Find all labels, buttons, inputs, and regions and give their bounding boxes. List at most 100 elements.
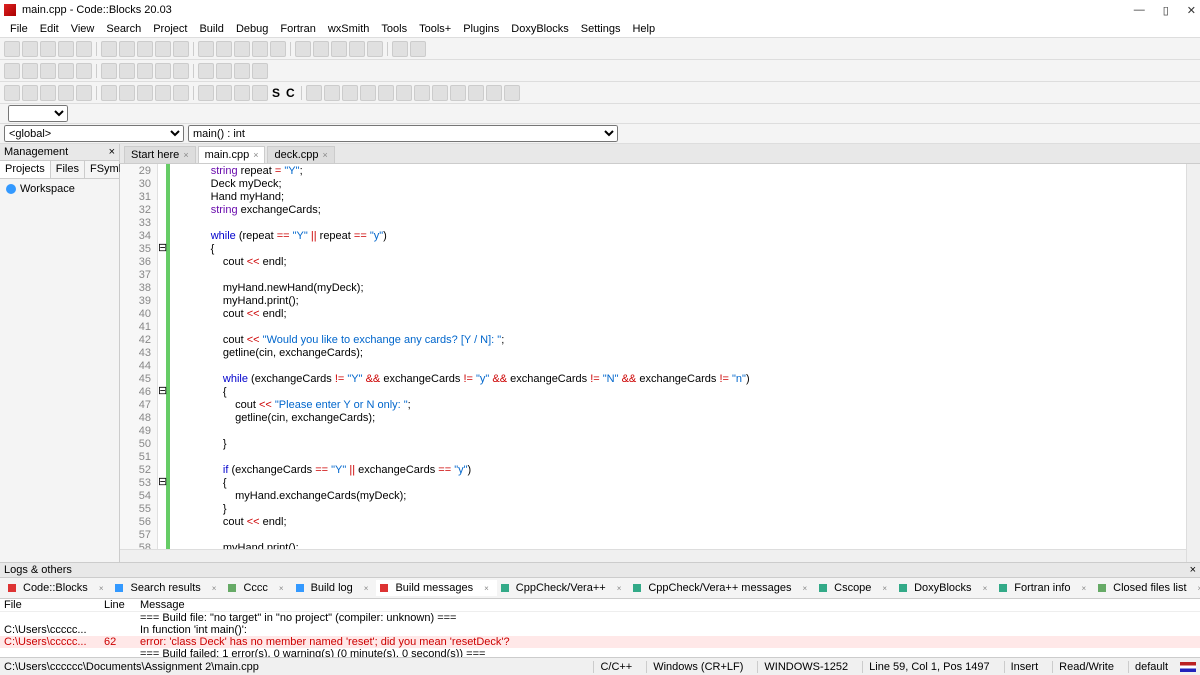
toolbar-button[interactable] (349, 41, 365, 57)
toolbar-button[interactable] (378, 85, 394, 101)
log-tab-close-icon[interactable]: × (613, 583, 626, 594)
toolbar-button[interactable] (295, 41, 311, 57)
toolbar-button[interactable] (40, 85, 56, 101)
log-tab-close-icon[interactable]: × (208, 583, 221, 594)
menu-tools[interactable]: Tools (375, 23, 413, 35)
toolbar-button[interactable] (137, 41, 153, 57)
minimize-button[interactable]: — (1134, 4, 1145, 17)
toolbar-button[interactable] (76, 85, 92, 101)
toolbar-button[interactable] (306, 85, 322, 101)
log-tab-close-icon[interactable]: × (979, 583, 992, 594)
tab-close-icon[interactable]: × (323, 150, 328, 160)
menu-file[interactable]: File (4, 23, 34, 35)
toolbar-button[interactable] (331, 41, 347, 57)
log-tab[interactable]: Cscope× (815, 580, 895, 596)
namespace-select[interactable]: <global> (4, 125, 184, 142)
workspace-node[interactable]: Workspace (0, 179, 119, 199)
toolbar-button[interactable] (58, 85, 74, 101)
toolbar-button[interactable] (101, 85, 117, 101)
tab-close-icon[interactable]: × (183, 150, 188, 160)
toolbar-button[interactable] (76, 63, 92, 79)
toolbar-button[interactable] (137, 85, 153, 101)
log-row[interactable]: C:\Users\ccccc...In function 'int main()… (0, 624, 1200, 636)
toolbar-button[interactable] (22, 63, 38, 79)
log-tab[interactable]: Build messages× (376, 580, 496, 596)
log-row[interactable]: === Build failed: 1 error(s), 0 warning(… (0, 648, 1200, 657)
toolbar-button[interactable] (234, 63, 250, 79)
toolbar-button[interactable] (270, 41, 286, 57)
horizontal-scrollbar[interactable] (120, 549, 1186, 562)
toolbar-C[interactable]: C (284, 86, 297, 100)
menu-tools+[interactable]: Tools+ (413, 23, 457, 35)
menu-project[interactable]: Project (147, 23, 193, 35)
toolbar-button[interactable] (119, 63, 135, 79)
toolbar-button[interactable] (313, 41, 329, 57)
toolbar-button[interactable] (76, 41, 92, 57)
toolbar-button[interactable] (58, 41, 74, 57)
log-row[interactable]: C:\Users\ccccc...62error: 'class Deck' h… (0, 636, 1200, 648)
toolbar-button[interactable] (4, 63, 20, 79)
toolbar-button[interactable] (173, 41, 189, 57)
log-tab-close-icon[interactable]: × (95, 583, 108, 594)
mgmt-tab-files[interactable]: Files (51, 161, 85, 178)
toolbar-button[interactable] (324, 85, 340, 101)
toolbar-button[interactable] (22, 85, 38, 101)
editor-tab[interactable]: Start here× (124, 146, 196, 163)
toolbar-button[interactable] (216, 85, 232, 101)
log-tab[interactable]: Closed files list× (1094, 580, 1200, 596)
tab-close-icon[interactable]: × (253, 150, 258, 160)
toolbar-button[interactable] (173, 63, 189, 79)
toolbar-button[interactable] (504, 85, 520, 101)
menu-wxsmith[interactable]: wxSmith (322, 23, 376, 35)
toolbar-button[interactable] (450, 85, 466, 101)
toolbar-button[interactable] (234, 85, 250, 101)
close-button[interactable]: ✕ (1187, 4, 1196, 17)
menu-doxyblocks[interactable]: DoxyBlocks (505, 23, 574, 35)
toolbar-button[interactable] (22, 41, 38, 57)
toolbar-button[interactable] (155, 85, 171, 101)
toolbar-button[interactable] (367, 41, 383, 57)
log-tab[interactable]: CppCheck/Vera++× (497, 580, 630, 596)
menu-fortran[interactable]: Fortran (274, 23, 321, 35)
editor-tab[interactable]: deck.cpp× (267, 146, 334, 163)
toolbar-button[interactable] (4, 41, 20, 57)
menu-settings[interactable]: Settings (575, 23, 627, 35)
log-tab[interactable]: DoxyBlocks× (895, 580, 995, 596)
log-tab-close-icon[interactable]: × (798, 583, 811, 594)
toolbar-button[interactable] (342, 85, 358, 101)
vertical-scrollbar[interactable] (1186, 164, 1200, 562)
code-editor[interactable]: 2930313233343536373839404142434445464748… (120, 164, 1200, 562)
toolbar-button[interactable] (360, 85, 376, 101)
toolbar-button[interactable] (468, 85, 484, 101)
toolbar-button[interactable] (40, 63, 56, 79)
toolbar-button[interactable] (198, 41, 214, 57)
editor-tab[interactable]: main.cpp× (198, 146, 266, 163)
toolbar-button[interactable] (4, 85, 20, 101)
toolbar-button[interactable] (252, 41, 268, 57)
log-tab-close-icon[interactable]: × (1194, 583, 1200, 594)
toolbar-button[interactable] (119, 85, 135, 101)
code-text[interactable]: string repeat = "Y"; Deck myDeck; Hand m… (170, 164, 1200, 562)
toolbar-button[interactable] (486, 85, 502, 101)
menu-debug[interactable]: Debug (230, 23, 274, 35)
management-close-icon[interactable]: × (109, 146, 115, 158)
menu-build[interactable]: Build (193, 23, 229, 35)
toolbar-button[interactable] (216, 63, 232, 79)
log-tab-close-icon[interactable]: × (360, 583, 373, 594)
toolbar-button[interactable] (234, 41, 250, 57)
log-tab-close-icon[interactable]: × (878, 583, 891, 594)
log-tab[interactable]: Code::Blocks× (4, 580, 111, 596)
toolbar-button[interactable] (155, 41, 171, 57)
toolbar-button[interactable] (119, 41, 135, 57)
scope-dropdown-1[interactable] (8, 105, 68, 122)
toolbar-button[interactable] (252, 63, 268, 79)
toolbar-button[interactable] (40, 41, 56, 57)
toolbar-button[interactable] (396, 85, 412, 101)
toolbar-button[interactable] (137, 63, 153, 79)
log-tab[interactable]: Search results× (111, 580, 224, 596)
toolbar-button[interactable] (410, 41, 426, 57)
menu-plugins[interactable]: Plugins (457, 23, 505, 35)
log-tab-close-icon[interactable]: × (480, 583, 493, 594)
toolbar-button[interactable] (101, 63, 117, 79)
toolbar-button[interactable] (198, 85, 214, 101)
